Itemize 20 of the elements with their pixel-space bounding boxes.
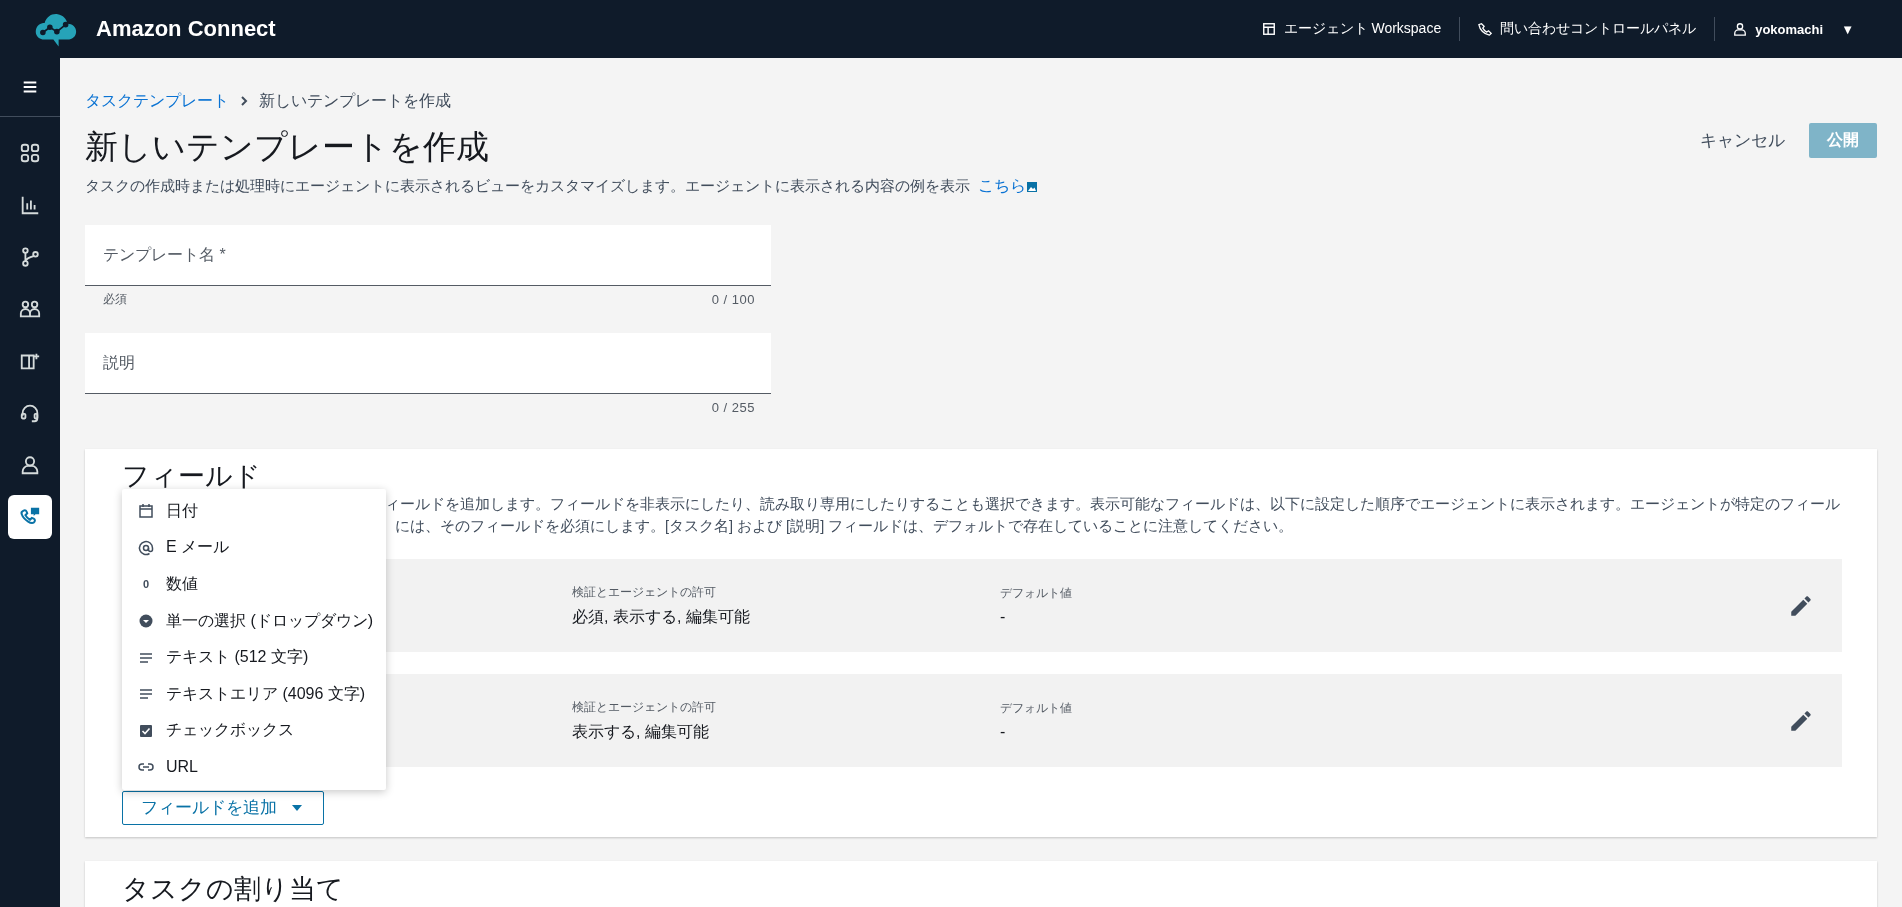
default-value: - bbox=[1000, 723, 1006, 741]
page-title: 新しいテンプレートを作成 bbox=[85, 127, 490, 167]
permissions-value: 表示する, 編集可能 bbox=[572, 721, 709, 742]
column-label: デフォルト値 bbox=[1000, 585, 1072, 602]
character-counter: 0 / 100 bbox=[711, 292, 755, 309]
page-description: タスクの作成時または処理時にエージェントに表示されるビューをカスタマイズします。エージェントに表示される内容の例を表示 bbox=[85, 177, 970, 196]
permissions-value: 必須, 表示する, 編集可能 bbox=[572, 606, 750, 627]
product-name: Amazon Connect bbox=[96, 16, 276, 42]
section-description: には、そのフィールドを必須にします。[タスク名] および [説明] フィールドは、デフォルトで存在していることに注意してください。 bbox=[395, 517, 1294, 536]
breadcrumb-current: 新しいテンプレートを作成 bbox=[259, 90, 451, 111]
column-label: デフォルト値 bbox=[1000, 700, 1072, 717]
character-counter: 0 / 255 bbox=[711, 400, 755, 417]
section-description: ィールドを追加します。フィールドを非表示にしたり、読み取り専用にしたりすることも選択できます。表示可能なフィールドは、以下に設定した順序でエージェントに表示されます。エージェントが特定のフィール bbox=[385, 495, 1840, 514]
column-label: 検証とエージェントの許可 bbox=[572, 583, 716, 601]
number-icon: 0 bbox=[138, 578, 154, 591]
helper-text: 必須 bbox=[103, 292, 127, 307]
section-title: フィールド bbox=[122, 460, 262, 493]
default-value: - bbox=[1000, 608, 1006, 626]
section-title: タスクの割り当て bbox=[122, 873, 345, 906]
column-label: 検証とエージェントの許可 bbox=[572, 698, 716, 716]
